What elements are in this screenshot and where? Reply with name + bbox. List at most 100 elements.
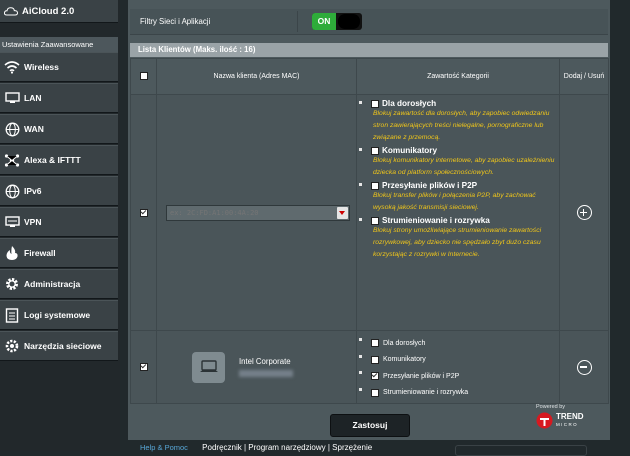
lan-icon bbox=[0, 92, 24, 104]
category-description: Blokuj zawartość dla dorosłych, aby zapo… bbox=[373, 110, 550, 141]
network-nodes-icon bbox=[0, 153, 24, 168]
toggle-knob bbox=[338, 14, 360, 29]
powered-by-label: Powered by bbox=[536, 404, 566, 410]
sidebar-item-label: VPN bbox=[24, 217, 42, 227]
sidebar-item-alexa-ifttt[interactable]: Alexa & IFTTT bbox=[0, 145, 118, 175]
sidebar-item-label: Administracja bbox=[24, 279, 81, 289]
column-header-action: Dodaj / Usuń bbox=[559, 58, 609, 95]
sidebar-item-vpn[interactable]: VPN bbox=[0, 207, 118, 237]
add-row-checkbox[interactable] bbox=[139, 208, 148, 217]
sidebar-item-lan[interactable]: LAN bbox=[0, 83, 118, 113]
sidebar-item-logi-systemowe[interactable]: Logi systemowe bbox=[0, 300, 118, 330]
dropdown-arrow-icon[interactable] bbox=[337, 206, 348, 219]
category-checkbox[interactable] bbox=[371, 99, 379, 108]
client-category-item: Przesyłanie plików i P2P bbox=[357, 368, 559, 385]
cloud-icon bbox=[0, 6, 22, 16]
laptop-icon bbox=[192, 351, 225, 383]
sidebar-item-administracja[interactable]: Administracja bbox=[0, 269, 118, 299]
mac-input-cell bbox=[156, 94, 357, 331]
bullet-icon bbox=[359, 338, 362, 341]
client-checkbox[interactable] bbox=[139, 363, 148, 371]
sidebar-item-label: Alexa & IFTTT bbox=[24, 155, 81, 165]
log-icon bbox=[0, 307, 24, 323]
category-checkbox[interactable] bbox=[371, 181, 379, 190]
client-checkbox-cell bbox=[130, 330, 157, 404]
filter-row: Filtry Sieci i Aplikacji ON bbox=[130, 9, 608, 35]
sidebar: AiCloud 2.0 Ustawienia Zaawansowane Wire… bbox=[0, 0, 120, 451]
mac-input-wrapper bbox=[166, 204, 350, 221]
bullet-icon bbox=[359, 148, 362, 151]
sidebar-item-wan[interactable]: WAN bbox=[0, 114, 118, 144]
trend-micro-logo: TREND MICRO bbox=[536, 412, 584, 429]
category-description: Blokuj strony umożliwiające strumieniowa… bbox=[373, 227, 542, 258]
category-item: Przesyłanie plików i P2P Blokuj transfer… bbox=[357, 181, 559, 214]
table-row: Intel Corporate Dla dorosłych Komunikato… bbox=[130, 330, 609, 404]
sidebar-item-label: LAN bbox=[24, 93, 42, 103]
bullet-icon bbox=[359, 101, 362, 104]
category-checkbox[interactable] bbox=[371, 339, 379, 348]
client-cell: Intel Corporate bbox=[156, 330, 357, 404]
mac-address-input[interactable] bbox=[167, 205, 332, 220]
trend-micro-icon bbox=[536, 412, 553, 429]
wifi-icon bbox=[0, 60, 24, 74]
category-title: Strumieniowanie i rozrywka bbox=[382, 216, 490, 225]
client-mac-redacted bbox=[239, 370, 293, 377]
select-all-cell bbox=[130, 58, 157, 95]
category-checkbox[interactable] bbox=[371, 216, 379, 225]
micro-text: MICRO bbox=[556, 421, 578, 427]
sidebar-item-label: Wireless bbox=[24, 62, 59, 72]
category-checkbox[interactable] bbox=[371, 355, 379, 364]
sidebar-item-label: WAN bbox=[24, 124, 44, 134]
table-header-row: Nazwa klienta (Adres MAC) Zawartość Kate… bbox=[130, 58, 609, 95]
add-client-button[interactable] bbox=[576, 205, 592, 220]
table-row-add: Dla dorosłych Blokuj zawartość dla doros… bbox=[130, 94, 609, 331]
client-category-item: Komunikatory bbox=[357, 352, 559, 369]
trend-text: TREND bbox=[556, 411, 584, 421]
add-action-cell bbox=[559, 94, 609, 331]
bullet-icon bbox=[359, 218, 362, 221]
sidebar-item-wireless[interactable]: Wireless bbox=[0, 52, 118, 82]
category-title: Dla dorosłych bbox=[382, 99, 437, 108]
category-label: Przesyłanie plików i P2P bbox=[383, 372, 460, 380]
sidebar-item-narzedzia-sieciowe[interactable]: Narzędzia sieciowe bbox=[0, 331, 118, 361]
category-checkbox[interactable] bbox=[371, 146, 379, 155]
bullet-icon bbox=[359, 354, 362, 358]
vpn-icon bbox=[0, 215, 24, 229]
client-list-title: Lista Klientów (Maks. ilość : 16) bbox=[130, 43, 608, 57]
category-cell: Dla dorosłych Blokuj zawartość dla doros… bbox=[356, 94, 560, 331]
category-description: Blokuj komunikatory internetowe, aby zap… bbox=[373, 157, 555, 176]
bullet-icon bbox=[359, 183, 362, 186]
category-item: Komunikatory Blokuj komunikatory interne… bbox=[357, 146, 559, 179]
category-label: Dla dorosłych bbox=[383, 339, 426, 347]
sidebar-item-aicloud[interactable]: AiCloud 2.0 bbox=[0, 0, 118, 23]
gear-icon bbox=[0, 276, 24, 292]
filter-toggle[interactable]: ON bbox=[312, 13, 362, 30]
sidebar-item-ipv6[interactable]: IPv6 bbox=[0, 176, 118, 206]
sidebar-item-label: Narzędzia sieciowe bbox=[24, 341, 102, 351]
category-item: Strumieniowanie i rozrywka Blokuj strony… bbox=[357, 216, 559, 261]
category-label: Strumieniowanie i rozrywka bbox=[383, 389, 469, 397]
add-row-checkbox-cell bbox=[130, 94, 157, 331]
select-all-checkbox[interactable] bbox=[139, 71, 148, 80]
client-category-cell: Dla dorosłych Komunikatory Przesyłanie p… bbox=[356, 330, 560, 404]
main-panel: Filtry Sieci i Aplikacji ON Lista Klient… bbox=[128, 0, 610, 440]
category-checkbox[interactable] bbox=[371, 372, 379, 381]
client-category-item: Dla dorosłych bbox=[357, 335, 559, 352]
category-item: Dla dorosłych Blokuj zawartość dla doros… bbox=[357, 99, 559, 144]
remove-client-button[interactable] bbox=[576, 359, 592, 375]
sidebar-item-firewall[interactable]: Firewall bbox=[0, 238, 118, 268]
column-header-content: Zawartość Kategorii bbox=[356, 58, 560, 95]
globe-icon bbox=[0, 122, 24, 137]
sidebar-section-header: Ustawienia Zaawansowane bbox=[0, 37, 118, 52]
column-header-name: Nazwa klienta (Adres MAC) bbox=[156, 58, 357, 95]
bullet-icon bbox=[359, 371, 362, 374]
category-description: Blokuj transfer plików i połączenia P2P,… bbox=[373, 192, 536, 211]
apply-button[interactable]: Zastosuj bbox=[330, 414, 410, 437]
divider bbox=[297, 11, 298, 32]
sidebar-item-label: IPv6 bbox=[24, 186, 42, 196]
remove-action-cell bbox=[559, 330, 609, 404]
client-table: Nazwa klienta (Adres MAC) Zawartość Kate… bbox=[130, 58, 609, 404]
filter-label: Filtry Sieci i Aplikacji bbox=[140, 17, 211, 26]
sidebar-item-label: Firewall bbox=[24, 248, 56, 258]
category-checkbox[interactable] bbox=[371, 388, 379, 397]
